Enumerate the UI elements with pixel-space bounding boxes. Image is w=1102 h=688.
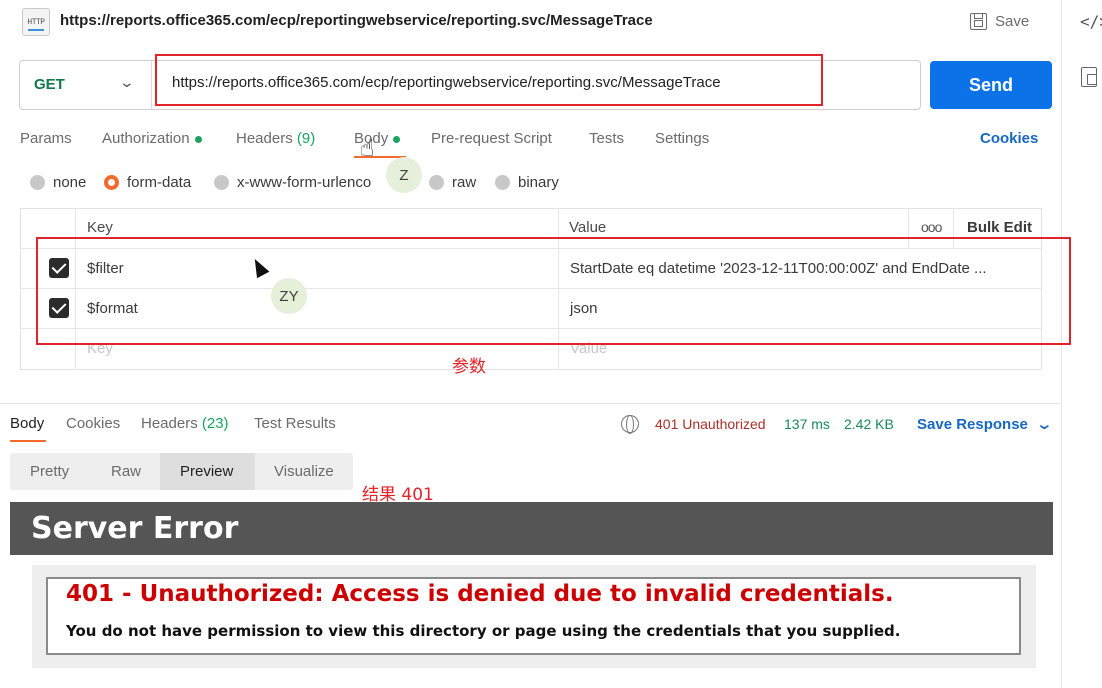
radio-none[interactable]: none	[30, 174, 86, 191]
tab-headers-count: (9)	[296, 130, 316, 147]
radio-circle	[214, 175, 229, 190]
annotation-box-params	[36, 237, 1071, 345]
save-response-button[interactable]: Save Response ⌄	[917, 415, 1054, 433]
server-error-title: Server Error	[31, 511, 239, 546]
response-tab-headers-label: Headers	[141, 415, 198, 432]
error-message: You do not have permission to view this …	[66, 622, 901, 640]
tab-authorization-label: Authorization	[102, 130, 190, 147]
annotation-box-url	[155, 54, 823, 106]
radio-raw-label: raw	[452, 174, 477, 191]
cookies-link[interactable]: Cookies	[980, 130, 1038, 147]
globe-icon[interactable]	[621, 415, 639, 434]
chevron-down-icon: ⌄	[1035, 416, 1054, 433]
response-tab-body[interactable]: Body	[10, 415, 44, 432]
chevron-down-icon[interactable]: ⌄	[119, 74, 135, 91]
response-time[interactable]: 137 ms	[784, 416, 830, 432]
radio-binary[interactable]: binary	[495, 174, 559, 191]
bulk-edit-button[interactable]: Bulk Edit	[967, 219, 1032, 236]
response-tab-headers-count: (23)	[201, 415, 229, 432]
tab-pre-request-script[interactable]: Pre-request Script	[431, 130, 552, 147]
response-tab-headers[interactable]: Headers (23)	[141, 415, 229, 432]
radio-raw[interactable]: raw	[429, 174, 476, 191]
active-dot-icon	[194, 135, 202, 143]
view-pretty[interactable]: Pretty	[30, 463, 69, 480]
radio-binary-label: binary	[518, 174, 559, 191]
http-request-icon: HTTP	[22, 8, 50, 36]
radio-circle-selected	[104, 175, 119, 190]
view-preview[interactable]: Preview	[180, 463, 233, 480]
radio-circle	[495, 175, 510, 190]
more-options-icon[interactable]: ooo	[921, 219, 942, 235]
save-button[interactable]: Save	[970, 10, 1029, 32]
status-code[interactable]: 401 Unauthorized	[655, 416, 766, 432]
radio-urlencoded[interactable]: x-www-form-urlenco	[214, 174, 371, 191]
response-divider	[0, 403, 1060, 404]
response-tab-test-results[interactable]: Test Results	[254, 415, 336, 432]
view-raw[interactable]: Raw	[111, 463, 141, 480]
tab-params[interactable]: Params	[20, 130, 72, 147]
request-title[interactable]: https://reports.office365.com/ecp/report…	[60, 12, 653, 29]
radio-form-data[interactable]: form-data	[104, 174, 191, 191]
error-heading: 401 - Unauthorized: Access is denied due…	[66, 581, 894, 607]
tab-headers[interactable]: Headers (9)	[236, 130, 315, 147]
radio-form-data-label: form-data	[127, 174, 192, 191]
response-size[interactable]: 2.42 KB	[844, 416, 894, 432]
send-button[interactable]: Send	[930, 61, 1052, 109]
column-header-key: Key	[87, 219, 113, 236]
tab-authorization[interactable]: Authorization	[102, 130, 202, 147]
save-response-label: Save Response	[917, 416, 1028, 433]
tab-headers-label: Headers	[236, 130, 293, 147]
radio-none-label: none	[53, 174, 87, 191]
save-icon	[970, 12, 987, 30]
column-header-value: Value	[569, 219, 607, 236]
method-select[interactable]: GET	[34, 76, 65, 93]
radio-circle	[429, 175, 444, 190]
radio-urlencoded-label: x-www-form-urlenco	[237, 174, 372, 191]
user-bubble-z: Z	[386, 157, 422, 193]
code-snippet-icon[interactable]: </>	[1080, 12, 1102, 31]
active-dot-icon	[393, 135, 401, 143]
radio-circle	[30, 175, 45, 190]
view-visualize[interactable]: Visualize	[274, 463, 334, 480]
url-divider	[151, 60, 152, 110]
annotation-params-label: 参数	[452, 357, 486, 377]
active-response-tab-indicator	[10, 440, 46, 442]
response-tab-cookies[interactable]: Cookies	[66, 415, 120, 432]
tab-tests[interactable]: Tests	[589, 130, 624, 147]
hand-cursor-icon: ☝	[360, 135, 375, 162]
documentation-icon[interactable]	[1081, 67, 1097, 87]
save-label: Save	[995, 12, 1030, 30]
tab-settings[interactable]: Settings	[655, 130, 709, 147]
